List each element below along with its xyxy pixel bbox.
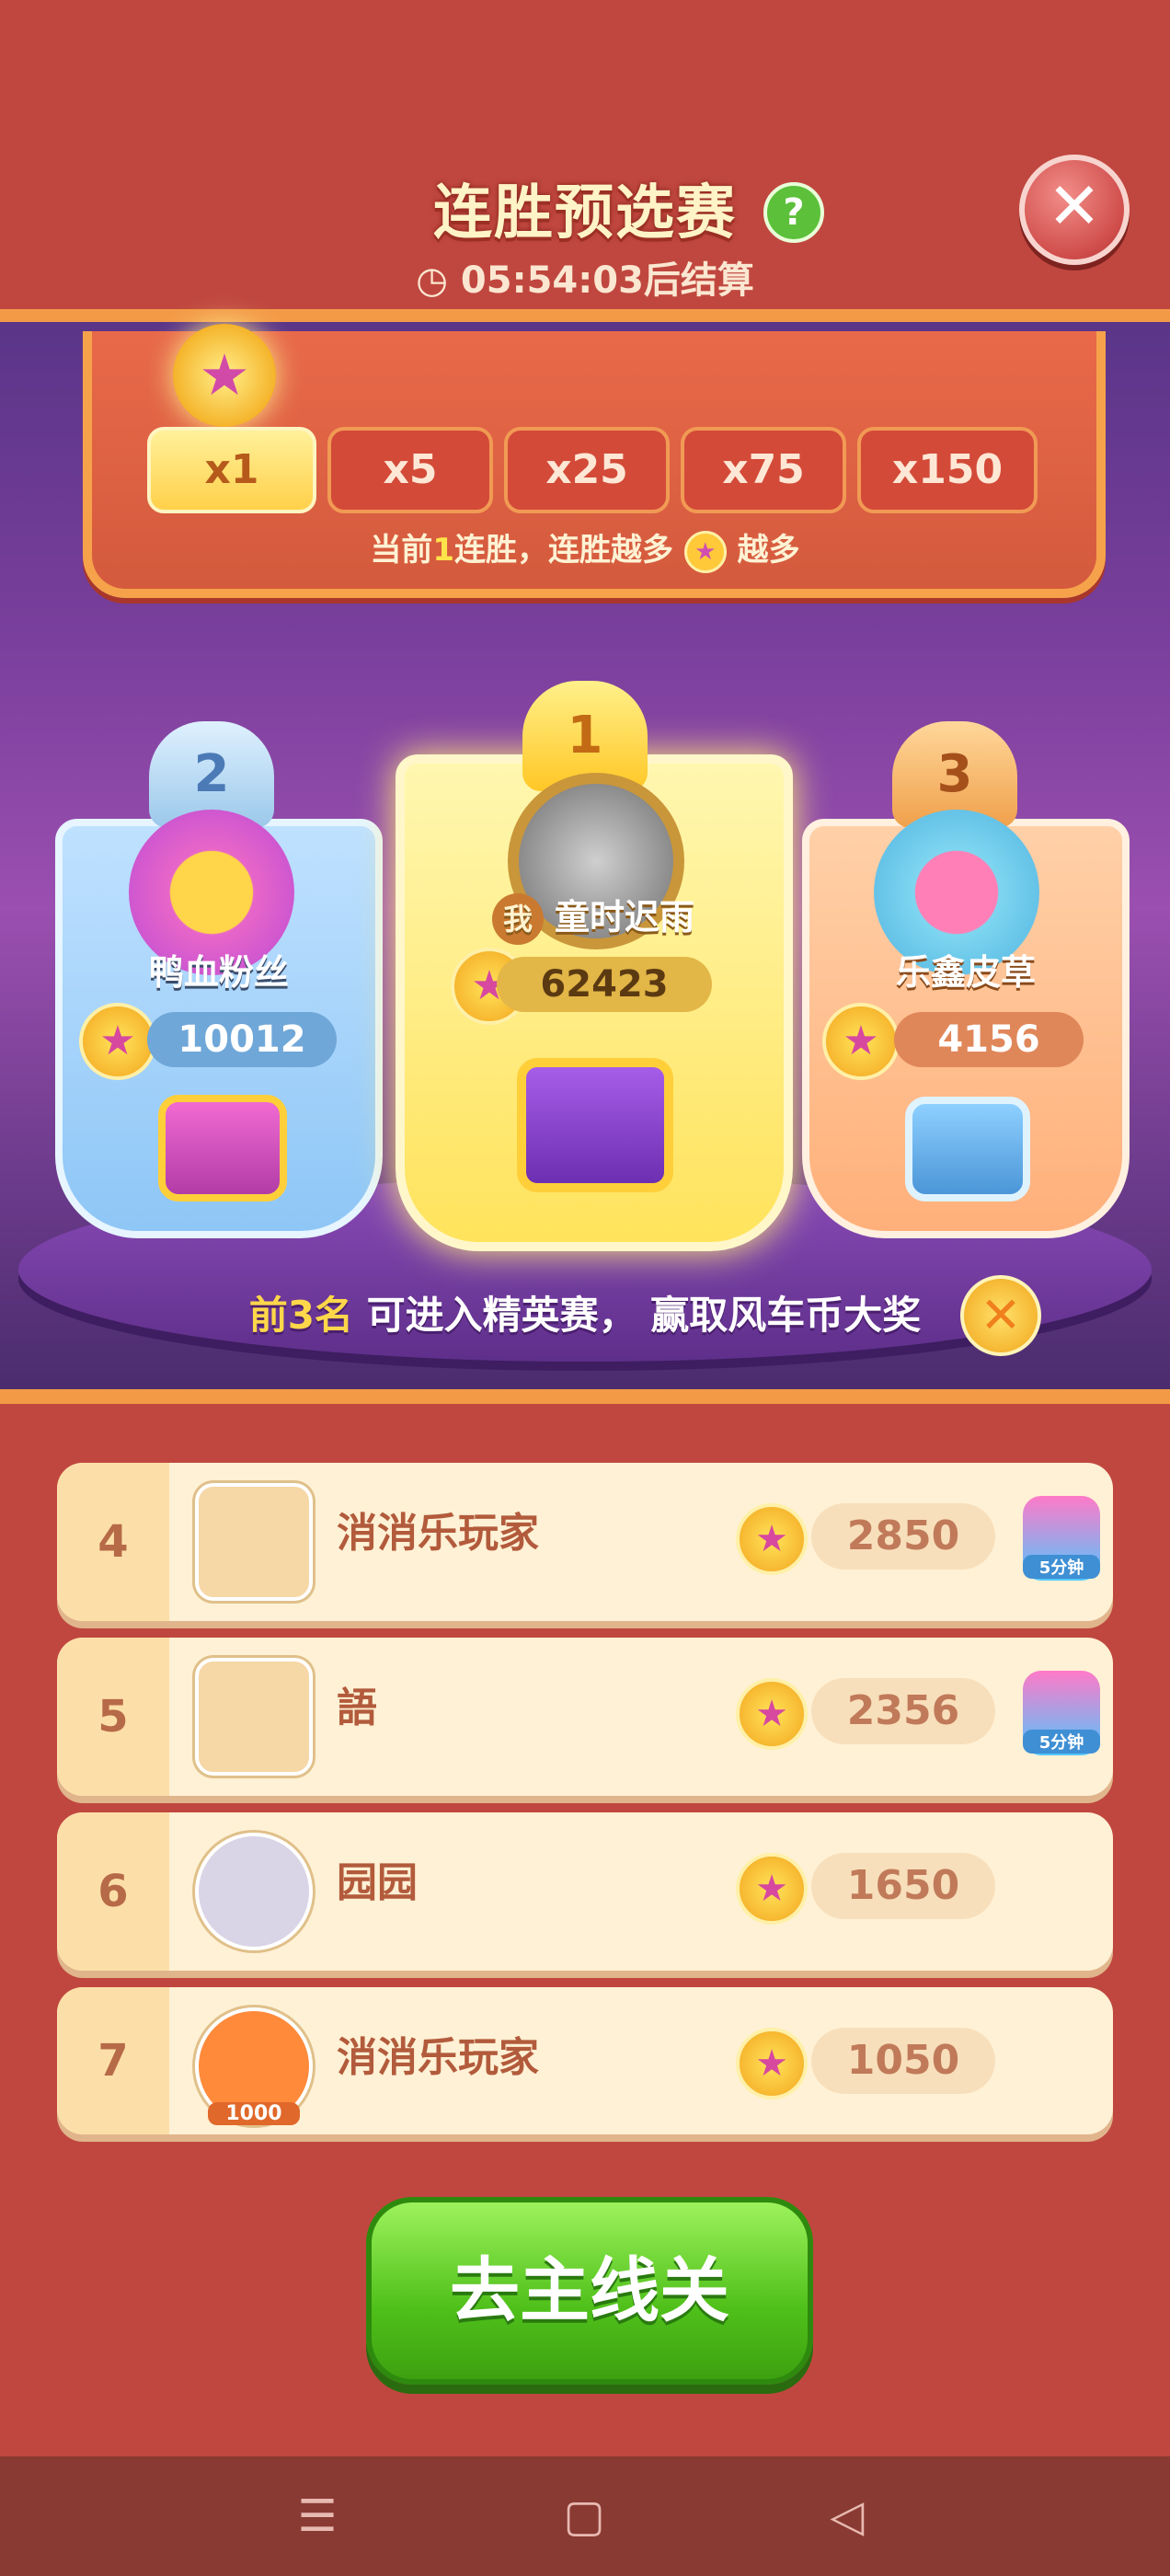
- streak-note: 当前1连胜，连胜越多 越多: [0, 524, 1170, 573]
- trophy-icon: [683, 530, 727, 573]
- page-title: 连胜预选赛: [433, 179, 737, 247]
- windmill-coin-icon[interactable]: ✕: [960, 1275, 1041, 1356]
- score-second: 10012: [147, 1012, 337, 1067]
- rank-number: 6: [57, 1812, 169, 1971]
- streak-step: x5: [327, 427, 493, 513]
- streak-step: x150: [857, 427, 1038, 513]
- avatar[interactable]: [195, 1833, 313, 1950]
- streak-step: x75: [681, 427, 846, 513]
- streak-note-suffix: 越多: [737, 532, 800, 569]
- player-name: 消消乐玩家: [337, 1510, 539, 1557]
- streak-note-middle: 连胜，连胜越多: [453, 532, 673, 569]
- rank-number: 5: [57, 1638, 169, 1796]
- trophy-icon: ★: [736, 1678, 808, 1750]
- boost-badge-label: 5分钟: [1023, 1555, 1100, 1579]
- rank-number: 4: [57, 1463, 169, 1621]
- list-item[interactable]: 7 1000 消消乐玩家 ★ 1050: [57, 1987, 1113, 2134]
- trophy-icon: ★: [822, 1003, 900, 1080]
- elite-promo-rest: 可进入精英赛， 赢取风车币大奖: [352, 1293, 922, 1338]
- player-name-first-text: 童时迟雨: [554, 897, 694, 937]
- avatar[interactable]: 1000: [195, 2007, 313, 2125]
- boost-badge-icon[interactable]: 5分钟: [1023, 1671, 1100, 1755]
- player-name-first: 我童时迟雨: [396, 889, 791, 945]
- home-icon[interactable]: ▢: [552, 2484, 616, 2548]
- back-icon[interactable]: ◁: [815, 2484, 879, 2548]
- elite-promo-highlight: 前3名: [248, 1293, 353, 1338]
- streak-step: x25: [504, 427, 670, 513]
- rank-number: 7: [57, 1987, 169, 2134]
- menu-icon[interactable]: ☰: [285, 2484, 350, 2548]
- trophy-icon: ★: [79, 1003, 156, 1080]
- help-icon[interactable]: ?: [763, 182, 824, 243]
- timer-text: 05:54:03后结算: [460, 259, 754, 302]
- reward-chest-second-icon[interactable]: [158, 1095, 287, 1202]
- avatar-tag: 1000: [208, 2102, 300, 2125]
- streak-count: 1: [432, 532, 454, 569]
- avatar[interactable]: [195, 1483, 313, 1601]
- streak-note-prefix: 当前: [370, 532, 433, 569]
- player-score: 2850: [811, 1503, 995, 1570]
- clock-icon: ◷: [416, 259, 448, 302]
- list-item[interactable]: 5 語 ★ 2356 5分钟: [57, 1638, 1113, 1796]
- player-score: 1050: [811, 2028, 995, 2094]
- player-name: 語: [337, 1685, 377, 1731]
- player-name-third: 乐鑫皮草: [895, 952, 1036, 993]
- list-item[interactable]: 6 园园 ★ 1650: [57, 1812, 1113, 1971]
- streak-trophy-icon: ★: [173, 324, 276, 427]
- avatar[interactable]: [195, 1658, 313, 1776]
- player-score: 1650: [811, 1853, 995, 1919]
- trophy-icon: ★: [736, 1853, 808, 1925]
- close-button[interactable]: ✕: [1019, 155, 1130, 265]
- player-name: 园园: [337, 1859, 418, 1906]
- streak-steps: x1 x5 x25 x75 x150: [147, 427, 1038, 513]
- divider-bottom: [0, 1389, 1170, 1404]
- me-badge: 我: [491, 893, 544, 945]
- trophy-icon: ★: [736, 1503, 808, 1575]
- boost-badge-icon[interactable]: 5分钟: [1023, 1496, 1100, 1581]
- score-third: 4156: [894, 1012, 1084, 1067]
- countdown-timer: ◷ 05:54:03后结算: [0, 250, 1170, 304]
- list-item[interactable]: 4 消消乐玩家 ★ 2850 5分钟: [57, 1463, 1113, 1621]
- divider-top: [0, 309, 1170, 322]
- score-first: 62423: [497, 957, 712, 1012]
- player-score: 2356: [811, 1678, 995, 1744]
- boost-badge-label: 5分钟: [1023, 1730, 1100, 1754]
- go-main-level-button[interactable]: 去主线关: [366, 2197, 813, 2385]
- reward-chest-third-icon[interactable]: [905, 1097, 1030, 1202]
- player-name-second: 鸭血粉丝: [148, 952, 289, 993]
- reward-chest-first-icon[interactable]: [517, 1058, 673, 1192]
- player-name: 消消乐玩家: [337, 2034, 539, 2081]
- trophy-icon: ★: [736, 2028, 808, 2099]
- streak-step: x1: [147, 427, 316, 513]
